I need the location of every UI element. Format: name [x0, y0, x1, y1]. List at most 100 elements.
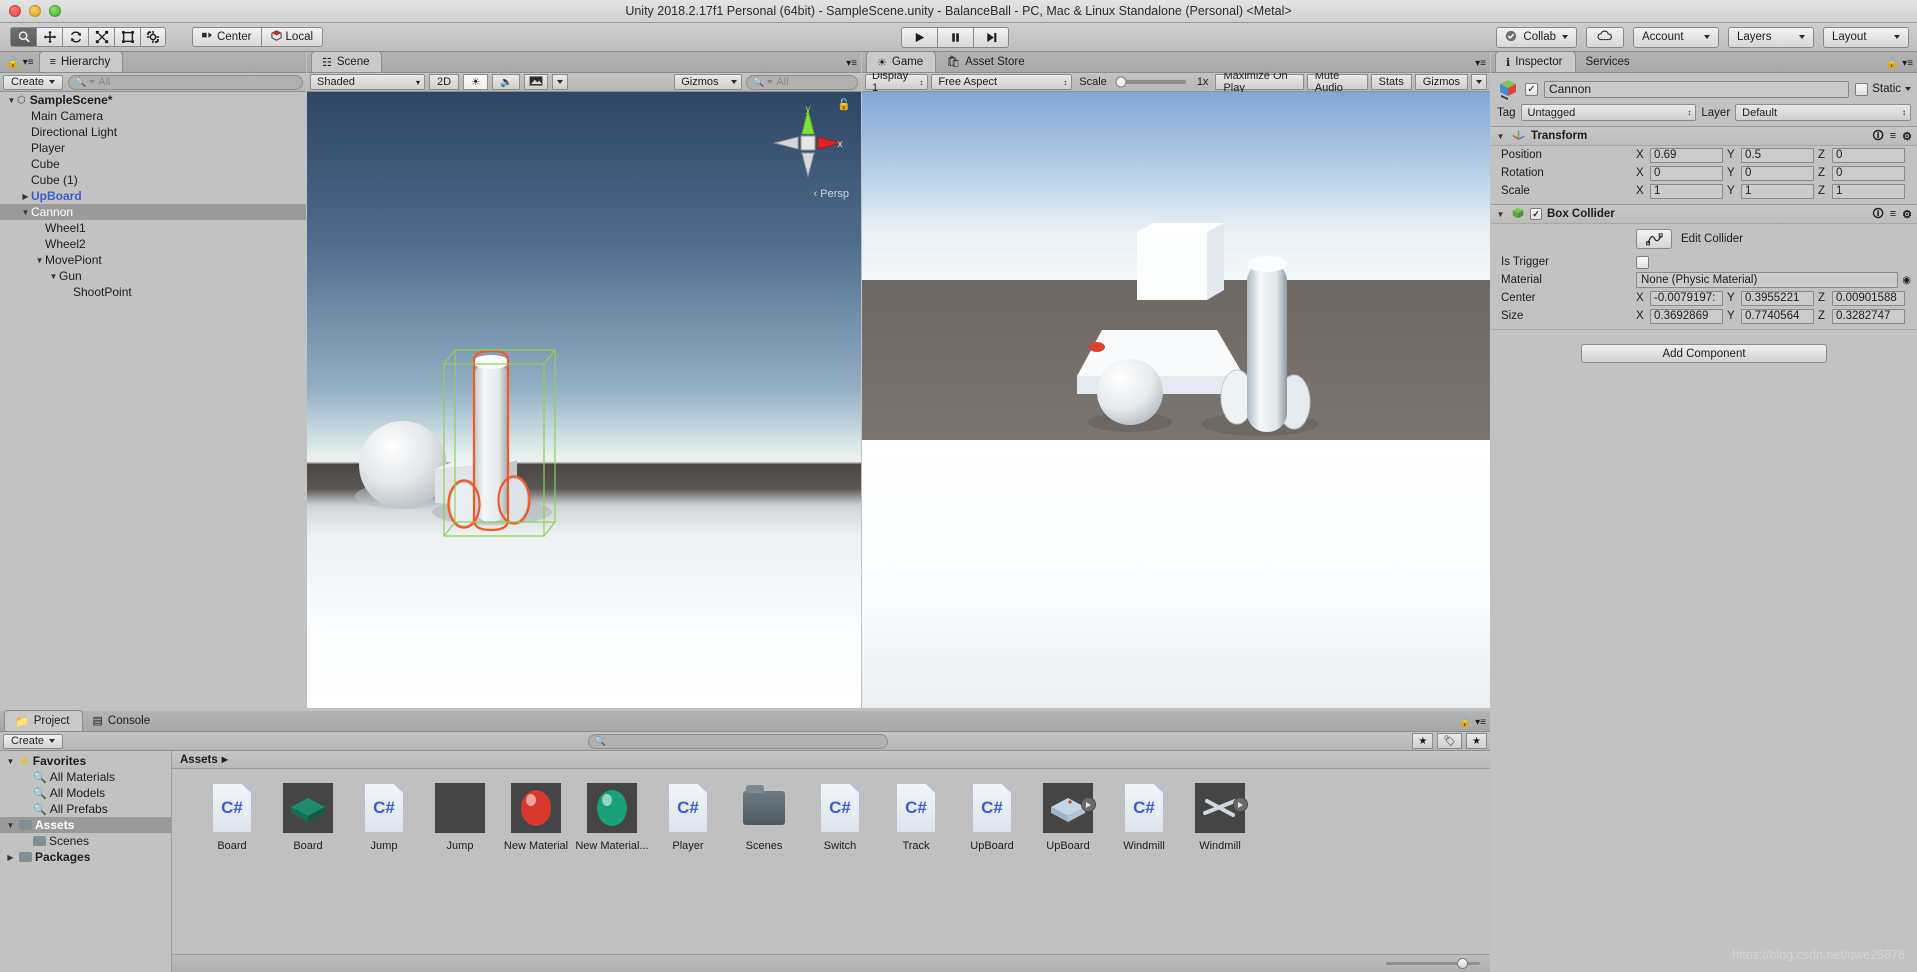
- hierarchy-create-button[interactable]: Create: [3, 74, 64, 90]
- project-tree-item-all-models[interactable]: 🔍 All Models: [0, 785, 171, 801]
- help-icon[interactable]: 🛈: [1872, 205, 1883, 224]
- scene-audio-toggle[interactable]: 🔈: [492, 74, 521, 90]
- object-picker-icon[interactable]: ◉: [1902, 275, 1911, 286]
- project-tree-item-all-prefabs[interactable]: 🔍 All Prefabs: [0, 801, 171, 817]
- material-object-field[interactable]: None (Physic Material): [1636, 272, 1899, 288]
- position-y-input[interactable]: 0.5: [1741, 147, 1814, 163]
- chevron-down-icon[interactable]: ▼: [6, 96, 17, 105]
- game-aspect-dropdown[interactable]: Free Aspect ↕: [931, 74, 1073, 90]
- project-tree-panel[interactable]: ▼ ★ Favorites 🔍 All Materials 🔍 All Models 🔍 All…: [0, 751, 172, 972]
- game-maximize-toggle[interactable]: Maximize On Play: [1215, 70, 1304, 94]
- chevron-down-icon[interactable]: ▼: [20, 208, 31, 217]
- project-tree-item-packages[interactable]: ▶ Packages: [0, 849, 171, 865]
- scene-shading-dropdown[interactable]: Shaded ▾: [310, 74, 425, 90]
- minimize-button[interactable]: [29, 5, 41, 17]
- layout-button[interactable]: Layout: [1823, 26, 1909, 48]
- project-tree[interactable]: ▼ ★ Favorites 🔍 All Materials 🔍 All Models 🔍 All…: [0, 751, 171, 865]
- rotation-z-input[interactable]: 0: [1832, 165, 1905, 181]
- filter-label-button[interactable]: 🏷: [1437, 733, 1463, 749]
- collab-button[interactable]: Collab: [1496, 26, 1577, 48]
- play-button[interactable]: [901, 26, 937, 48]
- hierarchy-item-wheel1[interactable]: Wheel1: [0, 220, 306, 236]
- project-create-button[interactable]: Create: [3, 733, 64, 749]
- close-button[interactable]: [9, 5, 21, 17]
- asset-item[interactable]: Windmill: [1182, 781, 1258, 852]
- game-gizmos-toggle[interactable]: Gizmos: [1414, 74, 1469, 90]
- rotate-tool-button[interactable]: [62, 27, 88, 47]
- asset-item[interactable]: Board: [270, 781, 346, 852]
- asset-item[interactable]: C# Windmill: [1106, 781, 1182, 852]
- scene-viewport[interactable]: 🔓 y x ‹ Persp: [307, 92, 861, 708]
- panel-menu-icon[interactable]: ▾≡: [23, 57, 34, 68]
- static-toggle[interactable]: Static: [1855, 82, 1911, 96]
- chevron-down-icon[interactable]: ▼: [48, 272, 59, 281]
- scale-x-input[interactable]: 1: [1650, 183, 1723, 199]
- tab-game[interactable]: ☀ Game: [866, 51, 937, 72]
- object-enabled-checkbox[interactable]: ✓: [1525, 82, 1538, 96]
- rotation-x-input[interactable]: 0: [1650, 165, 1723, 181]
- center-z-input[interactable]: 0.00901588: [1832, 290, 1905, 306]
- step-button[interactable]: [973, 26, 1009, 48]
- tab-inspector[interactable]: ℹ Inspector: [1495, 51, 1576, 72]
- hand-tool-button[interactable]: [10, 27, 36, 47]
- scene-lighting-toggle[interactable]: ☀: [463, 74, 489, 90]
- hierarchy-item-directional-light[interactable]: Directional Light: [0, 124, 306, 140]
- project-tree-item-all-materials[interactable]: 🔍 All Materials: [0, 769, 171, 785]
- panel-menu-icon[interactable]: ▾≡: [1475, 58, 1486, 69]
- chevron-right-icon[interactable]: ▶: [20, 192, 31, 201]
- game-stats-toggle[interactable]: Stats: [1370, 74, 1412, 90]
- add-component-button[interactable]: Add Component: [1581, 344, 1827, 363]
- lock-icon[interactable]: 🔓: [1459, 717, 1471, 728]
- tab-asset-store[interactable]: 🛍 Asset Store: [936, 51, 1036, 72]
- edit-collider-button[interactable]: [1636, 229, 1672, 249]
- tab-hierarchy[interactable]: ≡ Hierarchy: [38, 51, 124, 72]
- hierarchy-item-shootpoint[interactable]: ShootPoint: [0, 284, 306, 300]
- hierarchy-item-upboard[interactable]: ▶ UpBoard: [0, 188, 306, 204]
- asset-item[interactable]: C# Board: [194, 781, 270, 852]
- tab-scene[interactable]: ☷ Scene: [311, 51, 383, 72]
- maximize-button[interactable]: [49, 5, 61, 17]
- prefab-expand-icon[interactable]: [1081, 797, 1096, 812]
- scale-y-input[interactable]: 1: [1741, 183, 1814, 199]
- asset-item[interactable]: New Material...: [574, 781, 650, 852]
- asset-item[interactable]: Scenes: [726, 781, 802, 852]
- game-gizmos-caret[interactable]: [1471, 74, 1488, 90]
- scene-fx-dropdown[interactable]: [524, 74, 549, 90]
- window-controls[interactable]: [0, 5, 61, 17]
- transform-tool-button[interactable]: [140, 27, 166, 47]
- asset-item[interactable]: UpBoard: [1030, 781, 1106, 852]
- asset-item[interactable]: C# Switch: [802, 781, 878, 852]
- account-button[interactable]: Account: [1633, 26, 1719, 48]
- scene-view-gizmo[interactable]: y x: [771, 104, 845, 184]
- game-display-dropdown[interactable]: Display 1 ↕: [865, 70, 929, 94]
- chevron-down-icon[interactable]: ▼: [1495, 210, 1506, 219]
- size-x-input[interactable]: 0.3692869: [1650, 308, 1723, 324]
- hierarchy-item-cannon[interactable]: ▼ Cannon: [0, 204, 306, 220]
- game-mute-toggle[interactable]: Mute Audio: [1306, 70, 1368, 94]
- object-name-input[interactable]: Cannon: [1544, 80, 1850, 98]
- hierarchy-item-player[interactable]: Player: [0, 140, 306, 156]
- center-x-input[interactable]: -0.0079197:: [1650, 290, 1723, 306]
- component-header-transform[interactable]: ▼ Transform 🛈 ≡ ⚙: [1491, 126, 1917, 146]
- lock-icon[interactable]: 🔓: [6, 56, 20, 69]
- asset-item[interactable]: C# Jump: [346, 781, 422, 852]
- chevron-down-icon[interactable]: ▼: [1495, 132, 1506, 141]
- cloud-button[interactable]: [1586, 26, 1624, 48]
- lock-icon[interactable]: 🔓: [1886, 58, 1898, 69]
- size-z-input[interactable]: 0.3282747: [1832, 308, 1905, 324]
- component-header-box-collider[interactable]: ▼ ✓ Box Collider 🛈 ≡ ⚙: [1491, 204, 1917, 224]
- chevron-right-icon[interactable]: ▶: [5, 853, 16, 862]
- space-local-button[interactable]: Local: [260, 27, 324, 47]
- breadcrumb[interactable]: Assets ▶: [172, 751, 1490, 769]
- box-collider-enabled-checkbox[interactable]: ✓: [1530, 208, 1542, 220]
- project-tree-item-favorites[interactable]: ▼ ★ Favorites: [0, 753, 171, 769]
- scale-tool-button[interactable]: [88, 27, 114, 47]
- help-icon[interactable]: 🛈: [1872, 127, 1883, 146]
- asset-item[interactable]: C# Track: [878, 781, 954, 852]
- chevron-down-icon[interactable]: ▼: [5, 821, 16, 830]
- is-trigger-checkbox[interactable]: [1636, 255, 1649, 269]
- game-viewport[interactable]: [862, 92, 1490, 708]
- game-scale-slider[interactable]: Scale 1x: [1075, 76, 1212, 88]
- hierarchy-item-wheel2[interactable]: Wheel2: [0, 236, 306, 252]
- static-checkbox[interactable]: [1855, 82, 1869, 96]
